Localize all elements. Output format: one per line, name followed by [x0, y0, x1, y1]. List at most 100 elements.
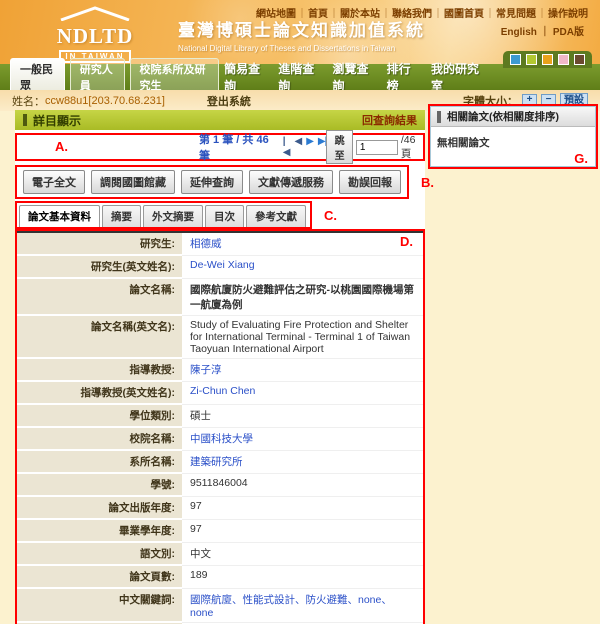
theme-swatch[interactable] — [574, 54, 585, 65]
language-link[interactable]: PDA版 — [553, 27, 590, 38]
action-button-row: 電子全文調閱國圖館藏延伸查詢文獻傳遞服務勘誤回報 — [17, 167, 407, 197]
section-bar-icon — [23, 114, 27, 126]
page: NDLTD IN TAIWAN 臺灣博碩士論文知識加值系統 National D… — [0, 0, 600, 624]
sidebar-header: 相關論文(依相關度排序) — [431, 107, 595, 127]
detail-tab[interactable]: 參考文獻 — [246, 205, 306, 227]
table-row: 畢業學年度: 97 — [17, 520, 423, 543]
field-value[interactable]: 相德威 — [182, 233, 423, 256]
table-row: 研究生: 相德威 — [17, 233, 423, 256]
next-page-icon[interactable]: ▶ — [306, 136, 313, 158]
nav-menu-link[interactable]: 瀏覽查詢 — [332, 60, 371, 94]
field-label: 研究生(英文姓名): — [17, 256, 182, 279]
action-button[interactable]: 調閱國圖館藏 — [91, 170, 175, 194]
annotation-letter-d: D. — [400, 234, 413, 249]
action-button[interactable]: 延伸查詢 — [181, 170, 243, 194]
table-row: 指導教授(英文姓名): Zi-Chun Chen — [17, 382, 423, 405]
main-panel: 詳目顯示 回查詢結果 A. 第 1 筆 / 共 46 筆 |◀ ◀ ▶ ▶| 跳… — [15, 110, 425, 624]
annotation-box-g: 相關論文(依相關度排序) 無相關論文 G. — [428, 104, 598, 169]
annotation-box-a: A. 第 1 筆 / 共 46 筆 |◀ ◀ ▶ ▶| 跳至 /46頁 — [15, 133, 425, 161]
annotation-box-d: D. 研究生: 相德威 研究生(英文姓名): De-Wei Xiang 論文名稱… — [15, 229, 425, 624]
table-row: 語文別: 中文 — [17, 543, 423, 566]
field-value: 97 — [182, 497, 423, 520]
nav-menu-link[interactable]: 我的研究室 — [431, 60, 480, 94]
nav-menu-link[interactable]: 排行榜 — [387, 60, 416, 94]
field-value[interactable]: 中國科技大學 — [182, 428, 423, 451]
field-value: 中文 — [182, 543, 423, 566]
field-label: 學位類別: — [17, 405, 182, 428]
field-label: 系所名稱: — [17, 451, 182, 474]
nav-menu-link[interactable]: 進階查詢 — [278, 60, 317, 94]
theme-swatch[interactable] — [526, 54, 537, 65]
table-row: 論文名稱: 國際航廈防火避難評估之研究-以桃園國際機場第一航廈為例 — [17, 279, 423, 316]
detail-tab[interactable]: 目次 — [205, 205, 244, 227]
prev-page-icon[interactable]: ◀ — [294, 136, 301, 158]
annotation-box-b: 電子全文調閱國圖館藏延伸查詢文獻傳遞服務勘誤回報 — [15, 165, 409, 199]
field-label: 論文名稱(英文名): — [17, 316, 182, 359]
annotation-letter-g: G. — [574, 151, 588, 166]
field-label: 論文出版年度: — [17, 497, 182, 520]
back-to-results-link[interactable]: 回查詢結果 — [362, 112, 417, 128]
page-total-text: /46頁 — [401, 134, 419, 161]
pagination-bar: A. 第 1 筆 / 共 46 筆 |◀ ◀ ▶ ▶| 跳至 /46頁 — [17, 135, 423, 159]
related-theses-panel: 相關論文(依相關度排序) 無相關論文 — [430, 106, 596, 167]
detail-tab[interactable]: 摘要 — [102, 205, 141, 227]
field-value[interactable]: 國際航廈、性能式設計、防火避難、none、none — [182, 589, 423, 623]
field-value: 碩士 — [182, 405, 423, 428]
theme-swatch[interactable] — [542, 54, 553, 65]
site-title-block: 臺灣博碩士論文知識加值系統 National Digital Library o… — [178, 16, 425, 53]
annotation-letter-a: A. — [55, 139, 68, 154]
field-label: 指導教授(英文姓名): — [17, 382, 182, 405]
table-row: 論文頁數: 189 — [17, 566, 423, 589]
page-input[interactable] — [356, 140, 398, 155]
logo-text: NDLTD — [20, 26, 170, 46]
thesis-detail-table: 研究生: 相德威 研究生(英文姓名): De-Wei Xiang 論文名稱: 國… — [17, 231, 423, 624]
header-link[interactable]: 首頁 — [308, 9, 340, 20]
header-link[interactable]: 網站地圖 — [256, 9, 308, 20]
theme-swatch[interactable] — [558, 54, 569, 65]
field-value[interactable]: 陳子淳 — [182, 359, 423, 382]
action-button[interactable]: 勘誤回報 — [339, 170, 401, 194]
site-subtitle: National Digital Library of Theses and D… — [178, 44, 425, 53]
field-value[interactable]: De-Wei Xiang — [182, 256, 423, 279]
field-value[interactable]: 建築研究所 — [182, 451, 423, 474]
jump-button[interactable]: 跳至 — [326, 130, 352, 164]
sidebar-bar-icon — [437, 111, 441, 123]
user-name-value: ccw88u1[203.70.68.231] — [45, 95, 165, 107]
sidebar-title: 相關論文(依相關度排序) — [447, 109, 559, 124]
table-row: 論文名稱(英文名): Study of Evaluating Fire Prot… — [17, 316, 423, 359]
table-row: 中文關鍵詞: 國際航廈、性能式設計、防火避難、none、none — [17, 589, 423, 623]
annotation-letter-c: C. — [324, 208, 337, 223]
detail-tab[interactable]: 外文摘要 — [143, 205, 203, 227]
user-name-label: 姓名： — [12, 93, 45, 109]
detail-tab[interactable]: 論文基本資料 — [19, 205, 100, 227]
theme-color-picker — [503, 51, 592, 68]
header-link[interactable]: 國圖首頁 — [444, 9, 496, 20]
logout-link[interactable]: 登出系統 — [207, 93, 251, 109]
table-row: 學位類別: 碩士 — [17, 405, 423, 428]
action-button[interactable]: 電子全文 — [23, 170, 85, 194]
header-link[interactable]: 操作說明 — [548, 9, 590, 20]
pagination-icons: |◀ ◀ ▶ ▶| — [283, 136, 327, 158]
annotation-box-c: 論文基本資料摘要外文摘要目次參考文獻 — [15, 201, 312, 229]
field-value: 189 — [182, 566, 423, 589]
roof-icon — [58, 5, 132, 21]
table-row: 指導教授: 陳子淳 — [17, 359, 423, 382]
header-lang-links: EnglishPDA版 — [501, 23, 590, 38]
field-value: 97 — [182, 520, 423, 543]
field-value: 國際航廈防火避難評估之研究-以桃園國際機場第一航廈為例 — [182, 279, 423, 316]
first-page-icon[interactable]: |◀ — [283, 136, 290, 158]
header-link[interactable]: 關於本站 — [340, 9, 392, 20]
action-button[interactable]: 文獻傳遞服務 — [249, 170, 333, 194]
field-value[interactable]: Zi-Chun Chen — [182, 382, 423, 405]
jump-group: 跳至 /46頁 — [326, 130, 419, 164]
nav-menu-link[interactable]: 簡易查詢 — [224, 60, 263, 94]
table-row: 論文出版年度: 97 — [17, 497, 423, 520]
header-link[interactable]: 常見問題 — [496, 9, 548, 20]
language-link[interactable]: English — [501, 27, 553, 38]
last-page-icon[interactable]: ▶| — [318, 136, 327, 158]
field-label: 研究生: — [17, 233, 182, 256]
header-link[interactable]: 聯絡我們 — [392, 9, 444, 20]
theme-swatch[interactable] — [510, 54, 521, 65]
field-label: 語文別: — [17, 543, 182, 566]
ndltd-logo[interactable]: NDLTD IN TAIWAN — [20, 5, 170, 64]
